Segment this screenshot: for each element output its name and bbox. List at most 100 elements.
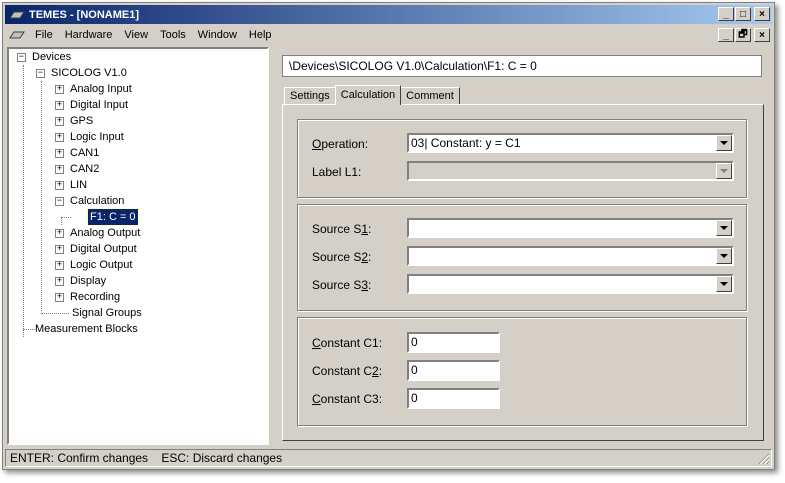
tree-label: Logic Output <box>70 259 133 271</box>
close-button[interactable]: × <box>754 7 770 21</box>
source-s3-select[interactable] <box>407 274 734 294</box>
operation-value: 03| Constant: y = C1 <box>411 136 521 150</box>
status-text: ENTER: Confirm changes ESC: Discard chan… <box>10 451 283 465</box>
device-tree[interactable]: − Devices − SICOLOG V1.0 + Analog Input … <box>7 47 269 445</box>
expand-icon[interactable]: + <box>55 180 64 190</box>
resize-grip-icon[interactable] <box>758 453 770 465</box>
constant-c2-label: Constant C2: <box>312 364 383 378</box>
minimize-button[interactable]: _ <box>718 7 734 21</box>
tree-item-display[interactable]: + Display <box>55 273 108 289</box>
window-title: TEMES - [NONAME1] <box>29 8 139 21</box>
tree-item-lin[interactable]: + LIN <box>55 177 89 193</box>
document-icon[interactable] <box>9 30 25 40</box>
tree-label: Logic Input <box>70 131 124 143</box>
tree-item-digital-output[interactable]: + Digital Output <box>55 241 139 257</box>
expand-icon[interactable]: + <box>55 116 64 126</box>
tree-label: Devices <box>32 51 72 63</box>
path-display: \Devices\SICOLOG V1.0\Calculation\F1: C … <box>282 55 762 77</box>
menu-view[interactable]: View <box>118 26 154 44</box>
tree-label: Calculation <box>70 195 125 207</box>
expand-icon[interactable]: + <box>55 260 64 270</box>
expand-icon[interactable]: + <box>55 84 64 94</box>
menu-window[interactable]: Window <box>192 26 243 44</box>
menu-bar: File Hardware View Tools Window Help _ 🗗… <box>5 25 772 45</box>
constant-c1-input[interactable]: 0 <box>407 332 500 353</box>
constants-group: Constant C1: 0 Constant C2: 0 Constant C… <box>297 317 747 426</box>
tree-label: Analog Output <box>70 227 141 239</box>
chevron-down-icon[interactable] <box>716 248 732 264</box>
tree-item-sicolog[interactable]: − SICOLOG V1.0 <box>36 65 129 81</box>
expand-icon[interactable]: + <box>55 164 64 174</box>
tree-label: Digital Output <box>70 243 137 255</box>
source-s3-label: Source S3: <box>312 278 372 292</box>
constant-c3-input[interactable]: 0 <box>407 388 500 409</box>
expand-icon[interactable]: + <box>55 276 64 286</box>
tree-item-analog-input[interactable]: + Analog Input <box>55 81 134 97</box>
tree-item-recording[interactable]: + Recording <box>55 289 122 305</box>
tree-item-gps[interactable]: + GPS <box>55 113 95 129</box>
tree-label: GPS <box>70 115 94 127</box>
sources-group: Source S1: Source S2: Source S3: <box>297 204 747 311</box>
expand-icon[interactable]: + <box>55 292 64 302</box>
source-s2-select[interactable] <box>407 246 734 266</box>
expand-icon[interactable]: + <box>55 132 64 142</box>
tree-label: Recording <box>70 291 121 303</box>
tree-label: CAN1 <box>70 147 100 159</box>
tree-item-f1[interactable]: F1: C = 0 <box>87 208 139 226</box>
chevron-down-icon[interactable] <box>716 135 732 151</box>
tab-calculation[interactable]: Calculation <box>334 85 402 105</box>
tree-item-can2[interactable]: + CAN2 <box>55 161 101 177</box>
chevron-down-icon[interactable] <box>716 276 732 292</box>
title-bar[interactable]: TEMES - [NONAME1] _ □ × <box>5 5 772 24</box>
operation-select[interactable]: 03| Constant: y = C1 <box>407 133 734 153</box>
menu-file[interactable]: File <box>29 26 59 44</box>
tree-item-analog-output[interactable]: + Analog Output <box>55 225 142 241</box>
menu-help[interactable]: Help <box>243 26 278 44</box>
constant-c2-input[interactable]: 0 <box>407 360 500 381</box>
constant-c1-label: Constant C1: <box>312 336 383 350</box>
expand-icon[interactable]: + <box>55 244 64 254</box>
source-s1-label: Source S1: <box>312 222 372 236</box>
app-icon <box>9 11 25 18</box>
label-l1-select <box>407 161 734 181</box>
expand-icon[interactable]: + <box>55 100 64 110</box>
tab-settings[interactable]: Settings <box>284 87 336 105</box>
tree-item-signal-groups[interactable]: Signal Groups <box>70 305 144 321</box>
tree-label: Digital Input <box>70 99 129 111</box>
tree-label: Analog Input <box>70 83 132 95</box>
source-s1-select[interactable] <box>407 218 734 238</box>
expand-icon[interactable]: + <box>55 228 64 238</box>
child-close-button[interactable]: × <box>754 28 770 42</box>
tab-strip: Settings Calculation Comment <box>284 85 460 105</box>
collapse-icon[interactable]: − <box>55 196 64 206</box>
tree-label: Display <box>70 275 107 287</box>
tree-label: SICOLOG V1.0 <box>51 67 127 79</box>
tree-item-calculation[interactable]: − Calculation <box>55 193 126 209</box>
label-l1-label: Label L1: <box>312 165 362 179</box>
main-window: TEMES - [NONAME1] _ □ × File Hardware Vi… <box>2 2 775 470</box>
collapse-icon[interactable]: − <box>17 52 26 62</box>
tree-item-measurement-blocks[interactable]: Measurement Blocks <box>33 321 140 337</box>
chevron-down-icon[interactable] <box>716 220 732 236</box>
maximize-button[interactable]: □ <box>735 7 751 21</box>
menu-hardware[interactable]: Hardware <box>59 26 119 44</box>
menu-tools[interactable]: Tools <box>154 26 192 44</box>
operation-group: Operation: 03| Constant: y = C1 Label L1… <box>297 119 747 198</box>
expand-icon[interactable]: + <box>55 148 64 158</box>
tree-label: Signal Groups <box>72 307 142 319</box>
child-restore-button[interactable]: 🗗 <box>735 28 751 42</box>
tree-item-logic-output[interactable]: + Logic Output <box>55 257 134 273</box>
tree-label-selected: F1: C = 0 <box>87 208 139 226</box>
properties-panel: \Devices\SICOLOG V1.0\Calculation\F1: C … <box>274 47 772 445</box>
tree-item-devices[interactable]: − Devices <box>17 49 73 65</box>
tree-item-logic-input[interactable]: + Logic Input <box>55 129 126 145</box>
tree-item-digital-input[interactable]: + Digital Input <box>55 97 130 113</box>
tab-comment[interactable]: Comment <box>400 87 460 105</box>
tree-label: Measurement Blocks <box>35 323 138 335</box>
source-s2-label: Source S2: <box>312 250 372 264</box>
child-minimize-button[interactable]: _ <box>718 28 734 42</box>
constant-c3-label: Constant C3: <box>312 392 383 406</box>
status-bar: ENTER: Confirm changes ESC: Discard chan… <box>5 449 772 467</box>
collapse-icon[interactable]: − <box>36 68 45 78</box>
tree-item-can1[interactable]: + CAN1 <box>55 145 101 161</box>
